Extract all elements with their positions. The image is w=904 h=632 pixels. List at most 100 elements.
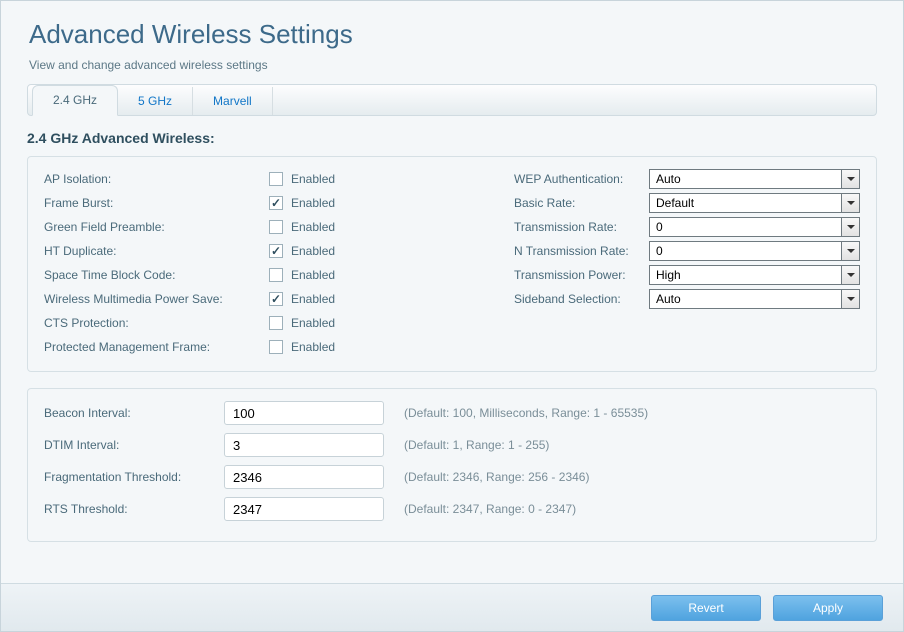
checkbox-label: Enabled bbox=[291, 340, 335, 354]
option-control: Enabled bbox=[269, 292, 335, 306]
dtim-interval-input[interactable] bbox=[224, 433, 384, 457]
checkbox-label: Enabled bbox=[291, 196, 335, 210]
panel-intervals: Beacon Interval: (Default: 100, Milliseco… bbox=[27, 388, 877, 542]
option-row-ap-isolation: AP Isolation: Enabled bbox=[44, 167, 484, 190]
transmission-rate-select[interactable]: 0 bbox=[649, 217, 860, 237]
cts-protection-checkbox[interactable] bbox=[269, 316, 283, 330]
select-label: Transmission Power: bbox=[514, 268, 649, 282]
option-label: HT Duplicate: bbox=[44, 244, 269, 258]
chevron-down-icon[interactable] bbox=[841, 218, 859, 236]
tab-5ghz[interactable]: 5 GHz bbox=[118, 87, 193, 115]
sideband-selection-select[interactable]: Auto bbox=[649, 289, 860, 309]
field-hint: (Default: 100, Milliseconds, Range: 1 - … bbox=[404, 406, 648, 420]
n-transmission-rate-select[interactable]: 0 bbox=[649, 241, 860, 261]
ht-duplicate-checkbox[interactable] bbox=[269, 244, 283, 258]
panel-advanced-options: AP Isolation:EnabledFrame Burst:EnabledG… bbox=[27, 156, 877, 372]
option-row-ht-duplicate: HT Duplicate: Enabled bbox=[44, 239, 484, 262]
select-value: Auto bbox=[656, 292, 853, 306]
option-row-wireless-multimedia-power-save: Wireless Multimedia Power Save: Enabled bbox=[44, 287, 484, 310]
apply-button[interactable]: Apply bbox=[773, 595, 883, 621]
option-row-protected-management-frame: Protected Management Frame: Enabled bbox=[44, 335, 484, 358]
select-row-n-transmission-rate: N Transmission Rate: 0 bbox=[514, 239, 860, 263]
checkbox-column: AP Isolation:EnabledFrame Burst:EnabledG… bbox=[44, 167, 484, 359]
option-label: Green Field Preamble: bbox=[44, 220, 269, 234]
option-row-cts-protection: CTS Protection: Enabled bbox=[44, 311, 484, 334]
select-row-basic-rate: Basic Rate: Default bbox=[514, 191, 860, 215]
option-label: Wireless Multimedia Power Save: bbox=[44, 292, 269, 306]
checkbox-label: Enabled bbox=[291, 220, 335, 234]
chevron-down-icon[interactable] bbox=[841, 170, 859, 188]
revert-button[interactable]: Revert bbox=[651, 595, 761, 621]
tab-marvell[interactable]: Marvell bbox=[193, 87, 273, 115]
fragmentation-threshold-input[interactable] bbox=[224, 465, 384, 489]
select-value: Default bbox=[656, 196, 853, 210]
select-row-wep-authentication: WEP Authentication: Auto bbox=[514, 167, 860, 191]
page-subtitle: View and change advanced wireless settin… bbox=[29, 58, 875, 72]
option-control: Enabled bbox=[269, 244, 335, 258]
checkbox-label: Enabled bbox=[291, 172, 335, 186]
wireless-multimedia-power-save-checkbox[interactable] bbox=[269, 292, 283, 306]
field-label: DTIM Interval: bbox=[44, 438, 224, 452]
field-row-beacon-interval: Beacon Interval: (Default: 100, Milliseco… bbox=[44, 401, 860, 425]
option-control: Enabled bbox=[269, 268, 335, 282]
checkbox-label: Enabled bbox=[291, 292, 335, 306]
frame-burst-checkbox[interactable] bbox=[269, 196, 283, 210]
chevron-down-icon[interactable] bbox=[841, 290, 859, 308]
select-value: Auto bbox=[656, 172, 853, 186]
section-title: 2.4 GHz Advanced Wireless: bbox=[27, 130, 877, 146]
beacon-interval-input[interactable] bbox=[224, 401, 384, 425]
space-time-block-code-checkbox[interactable] bbox=[269, 268, 283, 282]
option-control: Enabled bbox=[269, 172, 335, 186]
select-row-sideband-selection: Sideband Selection: Auto bbox=[514, 287, 860, 311]
transmission-power-select[interactable]: High bbox=[649, 265, 860, 285]
field-row-dtim-interval: DTIM Interval:(Default: 1, Range: 1 - 25… bbox=[44, 433, 860, 457]
select-row-transmission-power: Transmission Power: High bbox=[514, 263, 860, 287]
option-label: Protected Management Frame: bbox=[44, 340, 269, 354]
checkbox-label: Enabled bbox=[291, 316, 335, 330]
content: 2.4 GHz 5 GHz Marvell 2.4 GHz Advanced W… bbox=[1, 84, 903, 542]
field-label: RTS Threshold: bbox=[44, 502, 224, 516]
chevron-down-icon[interactable] bbox=[841, 194, 859, 212]
page-title: Advanced Wireless Settings bbox=[29, 19, 875, 50]
select-label: Basic Rate: bbox=[514, 196, 649, 210]
footer: Revert Apply bbox=[1, 583, 903, 631]
select-value: High bbox=[656, 268, 853, 282]
chevron-down-icon[interactable] bbox=[841, 242, 859, 260]
select-row-transmission-rate: Transmission Rate:0 bbox=[514, 215, 860, 239]
field-hint: (Default: 2347, Range: 0 - 2347) bbox=[404, 502, 576, 516]
option-row-green-field-preamble: Green Field Preamble: Enabled bbox=[44, 215, 484, 238]
page: Advanced Wireless Settings View and chan… bbox=[0, 0, 904, 632]
option-control: Enabled bbox=[269, 220, 335, 234]
field-label: Beacon Interval: bbox=[44, 406, 224, 420]
option-label: Frame Burst: bbox=[44, 196, 269, 210]
checkbox-label: Enabled bbox=[291, 244, 335, 258]
rts-threshold-input[interactable] bbox=[224, 497, 384, 521]
select-column: WEP Authentication: Auto Basic Rate: Defaul… bbox=[514, 167, 860, 359]
chevron-down-icon[interactable] bbox=[841, 266, 859, 284]
option-label: Space Time Block Code: bbox=[44, 268, 269, 282]
tabs: 2.4 GHz 5 GHz Marvell bbox=[27, 84, 877, 116]
select-label: WEP Authentication: bbox=[514, 172, 649, 186]
option-label: AP Isolation: bbox=[44, 172, 269, 186]
select-value: 0 bbox=[656, 220, 853, 234]
basic-rate-select[interactable]: Default bbox=[649, 193, 860, 213]
select-label: N Transmission Rate: bbox=[514, 244, 649, 258]
green-field-preamble-checkbox[interactable] bbox=[269, 220, 283, 234]
page-header: Advanced Wireless Settings View and chan… bbox=[1, 1, 903, 84]
protected-management-frame-checkbox[interactable] bbox=[269, 340, 283, 354]
option-label: CTS Protection: bbox=[44, 316, 269, 330]
option-control: Enabled bbox=[269, 316, 335, 330]
ap-isolation-checkbox[interactable] bbox=[269, 172, 283, 186]
select-label: Sideband Selection: bbox=[514, 292, 649, 306]
field-label: Fragmentation Threshold: bbox=[44, 470, 224, 484]
wep-authentication-select[interactable]: Auto bbox=[649, 169, 860, 189]
checkbox-label: Enabled bbox=[291, 268, 335, 282]
field-row-rts-threshold: RTS Threshold: (Default: 2347, Range: 0 -… bbox=[44, 497, 860, 521]
tab-2-4ghz[interactable]: 2.4 GHz bbox=[32, 85, 118, 116]
field-hint: (Default: 2346, Range: 256 - 2346) bbox=[404, 470, 589, 484]
option-row-frame-burst: Frame Burst: Enabled bbox=[44, 191, 484, 214]
option-row-space-time-block-code: Space Time Block Code: Enabled bbox=[44, 263, 484, 286]
option-control: Enabled bbox=[269, 340, 335, 354]
field-row-fragmentation-threshold: Fragmentation Threshold: (Default: 2346, … bbox=[44, 465, 860, 489]
select-value: 0 bbox=[656, 244, 853, 258]
